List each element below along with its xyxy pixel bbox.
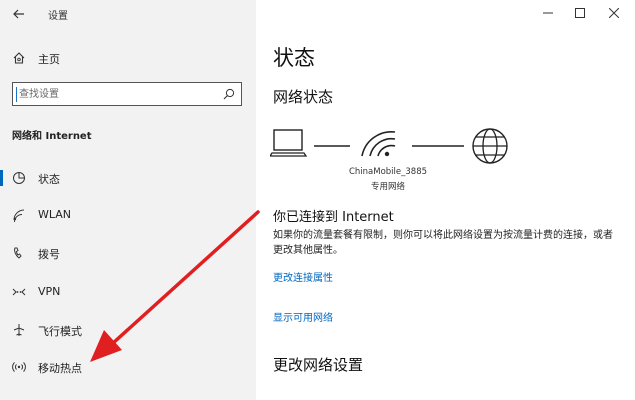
sidebar-item-vpn[interactable]: VPN [0,277,256,307]
close-icon [608,7,620,19]
maximize-button[interactable] [566,3,594,23]
sidebar-item-label: 移动热点 [38,362,82,375]
sidebar-item-dialup[interactable]: 拨号 [0,238,256,268]
sidebar-item-label: 飞行模式 [38,325,82,338]
search-icon[interactable] [223,88,235,100]
titlebar-left: 设置 [0,0,256,28]
close-button[interactable] [600,3,628,23]
minimize-icon [543,12,553,14]
wifi-icon [13,209,25,222]
section-heading: 网络和 Internet [12,131,92,142]
maximize-icon [575,8,585,18]
laptop-icon [270,129,308,157]
dialup-icon [14,247,22,259]
sidebar-item-wlan[interactable]: WLAN [0,200,256,230]
sidebar-item-home[interactable]: 主页 [0,46,256,72]
status-icon [13,172,25,184]
page-title: 状态 [273,46,315,70]
search-box[interactable] [12,82,242,106]
sidebar-item-status[interactable]: 状态 [0,163,256,193]
sidebar: 设置 主页 网络和 Internet 状态 WLAN [0,0,256,400]
change-network-settings-heading: 更改网络设置 [273,356,364,374]
sidebar-item-label: WLAN [38,208,72,221]
connected-title: 你已连接到 Internet [273,210,394,225]
connected-description: 如果你的流量套餐有限制，则你可以将此网络设置为按流量计费的连接，或者更改其他属性… [273,230,613,256]
network-type: 专用网络 [370,182,405,192]
arrow-left-icon [13,9,24,19]
sidebar-item-label: 拨号 [38,248,60,261]
sidebar-item-label: 主页 [38,53,60,66]
back-button[interactable] [8,4,30,24]
sidebar-item-label: VPN [38,285,61,298]
selected-indicator [0,170,3,186]
sidebar-item-label: 状态 [38,173,60,186]
sidebar-item-hotspot[interactable]: 移动热点 [0,352,256,382]
airplane-icon [13,324,25,336]
show-available-networks-link[interactable]: 显示可用网络 [273,309,333,324]
hotspot-icon [12,362,26,372]
main-content: 状态 网络状态 ChinaMobile_3885 专用网络 你已连接到 Inte… [256,0,635,400]
network-status-heading: 网络状态 [273,88,334,106]
search-input[interactable] [19,85,215,103]
home-icon [13,52,25,64]
globe-icon [472,128,508,164]
text-caret [16,87,17,102]
network-name: ChinaMobile_3885 [348,167,428,177]
wifi-signal-icon [361,131,396,157]
app-title: 设置 [48,11,68,22]
vpn-icon [12,288,26,296]
sidebar-item-airplane[interactable]: 飞行模式 [0,315,256,345]
minimize-button[interactable] [534,3,562,23]
change-connection-properties-link[interactable]: 更改连接属性 [273,269,333,284]
